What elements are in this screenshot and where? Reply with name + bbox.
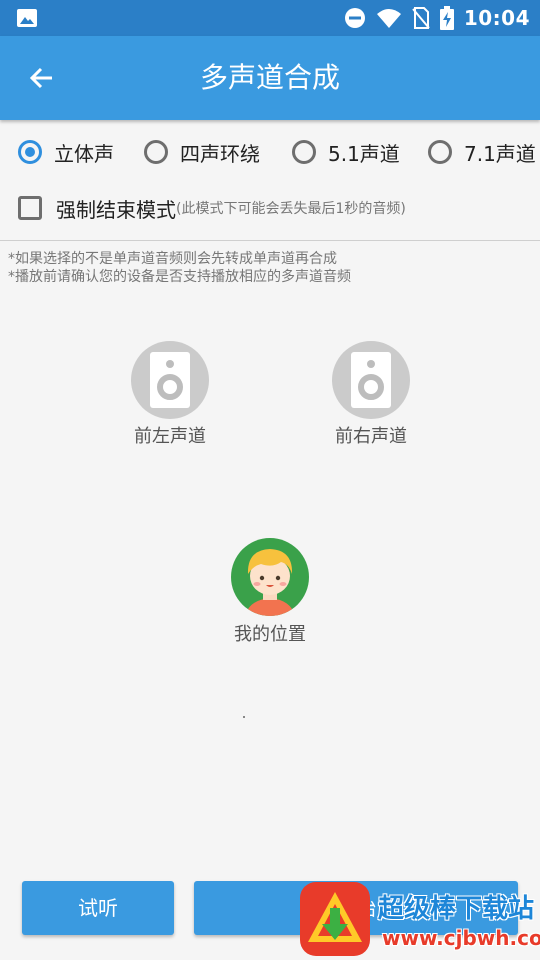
radio-label: 立体声 <box>54 141 114 166</box>
force-end-checkbox-row[interactable]: 强制结束模式 (此模式下可能会丢失最后1秒的音频) <box>18 188 406 228</box>
radio-label: 5.1声道 <box>328 141 400 166</box>
listener-position[interactable]: 我的位置 <box>200 538 340 646</box>
radio-label: 四声环绕 <box>180 141 260 166</box>
channel-radio-group: 立体声 四声环绕 5.1声道 7.1声道 <box>0 124 540 180</box>
status-time: 10:04 <box>463 6 530 30</box>
arrow-left-icon[interactable] <box>22 58 62 98</box>
download-logo-icon <box>300 882 370 956</box>
speaker-front-left[interactable]: 前左声道 <box>100 341 240 448</box>
force-end-checkbox[interactable] <box>18 196 42 220</box>
boy-avatar-icon <box>245 549 295 616</box>
radio-circle <box>144 140 168 164</box>
status-bar: 10:04 <box>0 0 540 36</box>
page-title: 多声道合成 <box>199 61 340 94</box>
force-end-label: 强制结束模式 <box>56 197 176 222</box>
radio-7-1[interactable]: 7.1声道 <box>428 124 536 180</box>
radio-circle <box>428 140 452 164</box>
battery-charging-icon <box>439 6 454 30</box>
dot-marker <box>243 716 245 718</box>
notes: *如果选择的不是单声道音频则会先转成单声道再合成 *播放前请确认您的设备是否支持… <box>8 250 351 286</box>
app-bar: 多声道合成 <box>0 36 540 120</box>
radio-circle <box>292 140 316 164</box>
dnd-icon <box>344 8 365 28</box>
preview-button[interactable]: 试听 <box>22 881 174 935</box>
radio-label: 7.1声道 <box>464 141 536 166</box>
speaker-front-right[interactable]: 前右声道 <box>301 341 441 448</box>
radio-stereo[interactable]: 立体声 <box>18 124 114 180</box>
listener-label: 我的位置 <box>234 624 306 645</box>
avatar <box>231 538 309 616</box>
watermark-title: 超级棒下载站 <box>378 894 535 924</box>
speaker-icon <box>332 341 410 419</box>
note-line: *如果选择的不是单声道音频则会先转成单声道再合成 <box>8 251 337 267</box>
speaker-label: 前左声道 <box>134 426 206 447</box>
force-end-note: (此模式下可能会丢失最后1秒的音频) <box>176 201 406 217</box>
speaker-icon <box>131 341 209 419</box>
note-line: *播放前请确认您的设备是否支持播放相应的多声道音频 <box>8 269 351 285</box>
speaker-label: 前右声道 <box>335 426 407 447</box>
radio-5-1[interactable]: 5.1声道 <box>292 124 400 180</box>
radio-circle <box>18 140 42 164</box>
no-sim-icon <box>412 7 430 29</box>
wifi-icon <box>376 9 401 28</box>
watermark: 超级棒下载站 www.cjbwh.com <box>298 880 540 960</box>
watermark-url: www.cjbwh.com <box>382 926 540 950</box>
radio-quad-surround[interactable]: 四声环绕 <box>144 124 260 180</box>
divider <box>0 240 540 241</box>
image-icon <box>17 9 37 27</box>
